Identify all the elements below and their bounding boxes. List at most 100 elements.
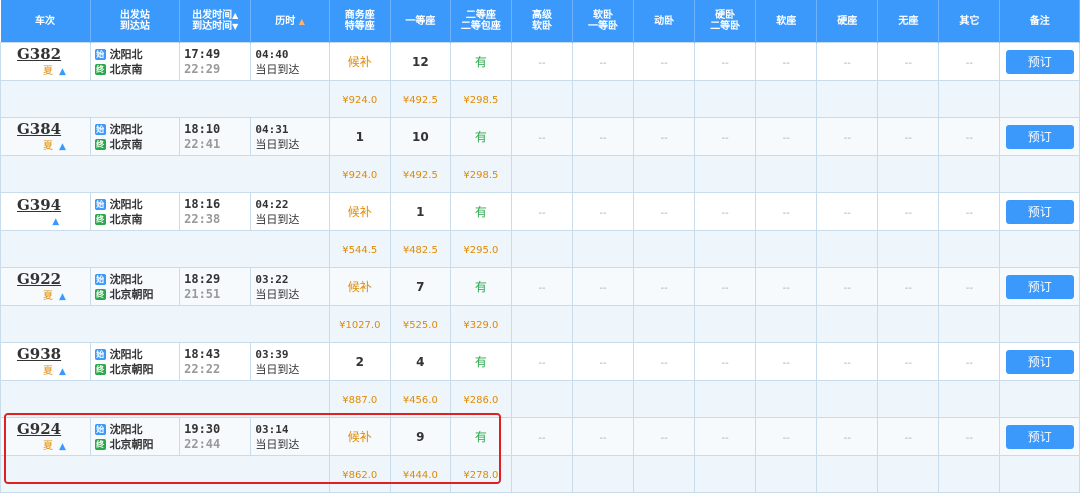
price-cell-empty [633,230,696,268]
second-class-seat[interactable]: 有 [449,417,512,456]
book-button[interactable]: 预订 [1005,199,1074,224]
business-seat[interactable]: 候补 [328,267,391,306]
price-cell-empty [999,455,1080,493]
book-button[interactable]: 预订 [1005,349,1074,374]
train-row: G382 夏 ▲ 始沈阳北 终北京南 17:49 22:29 04:40 当日到达… [0,42,1080,81]
first-class-seat[interactable]: 12 [389,42,451,81]
second-class-seat[interactable]: 有 [449,192,512,231]
second-class-seat[interactable]: 有 [449,117,512,156]
end-station-icon: 终 [94,289,106,300]
price-cell-empty [816,455,879,493]
train-row: G394 ▲ 始沈阳北 终北京南 18:16 22:38 04:22 当日到达 … [0,192,1080,231]
header-row: 车次 出发站 到达站 出发时间▲ 到达时间▼ 历时 ▲ 商务座 特等座 一等座 二等座… [0,0,1080,43]
seat-cell-empty: -- [571,267,635,306]
expand-arrow-icon[interactable]: ▲ [52,217,59,227]
train-cell: G922 夏 ▲ [0,267,91,306]
price-cell-empty [510,80,573,118]
expand-arrow-icon[interactable]: ▲ [59,67,66,77]
first-class-seat[interactable]: 10 [389,117,451,156]
seat-cell-empty: -- [633,342,696,381]
seat-cell-empty: -- [694,417,757,456]
business-seat[interactable]: 1 [328,117,391,156]
from-station: 沈阳北 [109,197,143,211]
seat-cell-empty: -- [938,267,1001,306]
price-cell-empty [755,305,818,343]
times-cell: 18:43 22:22 [179,342,252,381]
price-cell-empty [633,380,696,418]
first-class-seat[interactable]: 9 [389,417,451,456]
price-row: ¥924.0 ¥492.5 ¥298.5 [0,80,1080,118]
times-cell: 18:29 21:51 [179,267,252,306]
train-number-link[interactable]: G382 [17,46,90,62]
book-cell: 预订 [999,417,1080,456]
seat-cell-empty: -- [755,342,818,381]
train-number-link[interactable]: G394 [17,197,90,213]
price-cell-empty [694,80,757,118]
expand-arrow-icon[interactable]: ▲ [59,142,66,152]
business-seat[interactable]: 候补 [328,42,391,81]
train-number-link[interactable]: G384 [17,121,90,137]
seat-cell-empty: -- [510,417,573,456]
train-number-link[interactable]: G924 [17,421,90,437]
end-station-icon: 终 [94,139,106,150]
seat-cell-empty: -- [510,342,573,381]
business-seat[interactable]: 2 [328,342,391,381]
price-cell-empty [755,80,818,118]
summer-tag: 夏 [43,66,53,77]
second-class-seat[interactable]: 有 [449,342,512,381]
seat-cell-empty: -- [633,117,696,156]
business-price: ¥544.5 [328,230,391,268]
col-train: 车次 [0,0,91,43]
price-spacer [0,305,330,343]
sort-down-icon[interactable]: ▼ [232,22,238,31]
price-cell-empty [999,230,1080,268]
price-cell-empty [816,305,879,343]
price-cell-empty [938,155,1001,193]
price-spacer [0,230,330,268]
seat-cell-empty: -- [694,267,757,306]
price-row: ¥1027.0 ¥525.0 ¥329.0 [0,305,1080,343]
book-button[interactable]: 预订 [1005,124,1074,149]
first-class-seat[interactable]: 4 [389,342,451,381]
price-cell-empty [938,455,1001,493]
seat-cell-empty: -- [816,192,879,231]
seat-cell-empty: -- [755,42,818,81]
seat-cell-empty: -- [938,117,1001,156]
to-station: 北京朝阳 [109,287,154,301]
book-button[interactable]: 预订 [1005,274,1074,299]
second-class-seat[interactable]: 有 [449,267,512,306]
train-cell: G384 夏 ▲ [0,117,91,156]
sort-up-icon[interactable]: ▲ [232,11,238,20]
departure-time: 18:16 [184,196,221,211]
train-number-link[interactable]: G922 [17,271,90,287]
end-station-icon: 终 [94,214,106,225]
book-cell: 预订 [999,117,1080,156]
seat-cell-empty: -- [571,192,635,231]
seat-cell-empty: -- [755,192,818,231]
seat-cell-empty: -- [571,117,635,156]
price-cell-empty [755,230,818,268]
seat-cell-empty: -- [633,192,696,231]
price-cell-empty [571,455,635,493]
summer-tag: 夏 [43,441,53,452]
business-seat[interactable]: 候补 [328,192,391,231]
expand-arrow-icon[interactable]: ▲ [59,367,66,377]
sort-duration-icon[interactable]: ▲ [299,17,305,26]
business-seat[interactable]: 候补 [328,417,391,456]
second-class-seat[interactable]: 有 [449,42,512,81]
train-row: G924 夏 ▲ 始沈阳北 终北京朝阳 19:30 22:44 03:14 当日到… [0,417,1080,456]
first-class-seat[interactable]: 7 [389,267,451,306]
col-times[interactable]: 出发时间▲ 到达时间▼ [179,0,252,43]
seat-cell-empty: -- [938,342,1001,381]
col-hard-seat: 硬座 [816,0,879,43]
price-row: ¥924.0 ¥492.5 ¥298.5 [0,155,1080,193]
book-button[interactable]: 预订 [1005,49,1074,74]
book-button[interactable]: 预订 [1005,424,1074,449]
first-class-seat[interactable]: 1 [389,192,451,231]
col-duration[interactable]: 历时 ▲ [250,0,330,43]
expand-arrow-icon[interactable]: ▲ [59,442,66,452]
expand-arrow-icon[interactable]: ▲ [59,292,66,302]
price-cell-empty [938,230,1001,268]
train-number-link[interactable]: G938 [17,346,90,362]
price-cell-empty [877,305,940,343]
